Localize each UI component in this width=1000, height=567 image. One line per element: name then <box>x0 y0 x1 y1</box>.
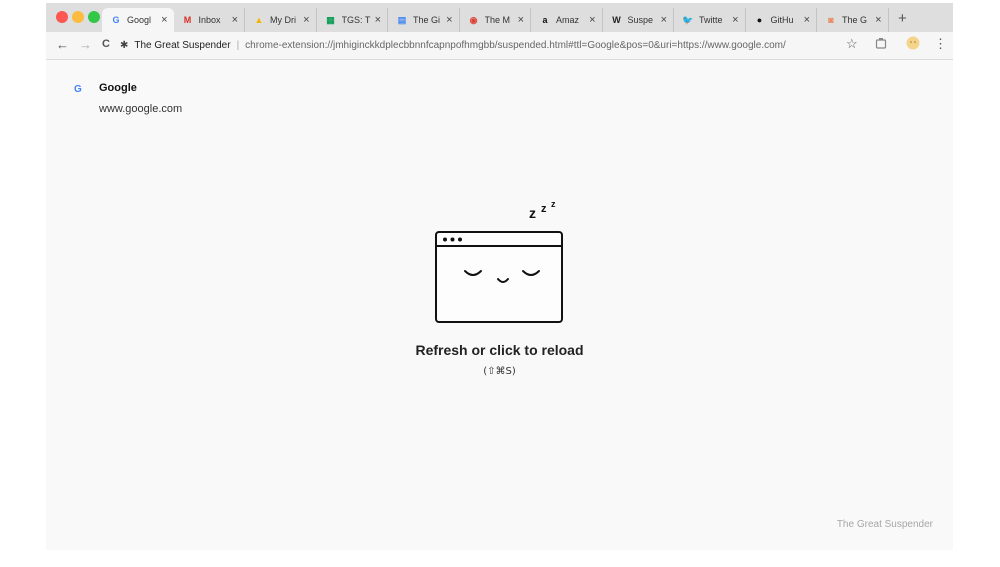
extension-icon: ✱ <box>120 39 129 51</box>
tab-title: Inbox <box>198 15 221 25</box>
suspender-icon: ◙ <box>828 14 834 25</box>
tab-close-icon[interactable]: × <box>518 14 524 26</box>
docs-icon: ▤ <box>397 14 407 25</box>
window-dot-2 <box>450 237 455 242</box>
tab-close-icon[interactable]: × <box>161 14 167 26</box>
suspended-page[interactable]: G Google www.google.com z z z Refresh or… <box>46 60 953 550</box>
address-url: chrome-extension://jmhiginckkdplecbbnnfc… <box>245 39 786 51</box>
twitter-icon: 🐦 <box>682 14 694 25</box>
tab-9[interactable]: 🐦 Twitte × <box>674 8 746 32</box>
github-icon: ● <box>756 14 763 25</box>
address-bar[interactable]: ✱ The Great Suspender | chrome-extension… <box>120 35 840 55</box>
tab-3[interactable]: ▲ My Dri × <box>245 8 317 32</box>
tab-close-icon[interactable]: × <box>303 14 309 26</box>
profile-avatar-icon[interactable] <box>906 36 920 53</box>
tab-close-icon[interactable]: × <box>661 14 667 26</box>
bookmark-star-icon[interactable]: ☆ <box>846 36 858 52</box>
tab-title: The G <box>842 15 868 25</box>
chrome-menu-icon[interactable]: ⋮ <box>934 36 947 52</box>
tab-close-icon[interactable]: × <box>232 14 238 26</box>
tab-title: Amaz <box>556 15 580 25</box>
tab-2[interactable]: M Inbox × <box>174 8 245 32</box>
chrome-icon: ◉ <box>469 14 478 25</box>
browser-toolbar: ← → C ✱ The Great Suspender | chrome-ext… <box>46 32 953 60</box>
tab-title: My Dri <box>270 15 296 25</box>
amazon-icon: a <box>542 14 548 25</box>
wikipedia-icon: W <box>612 14 621 25</box>
tab-4[interactable]: ▦ TGS: T × <box>317 8 388 32</box>
tab-10[interactable]: ● GitHu × <box>746 8 817 32</box>
sleeping-window-illustration: z z z <box>435 199 563 323</box>
address-separator: | <box>236 39 240 51</box>
reload-button[interactable]: C <box>102 38 110 50</box>
back-button[interactable]: ← <box>56 37 69 52</box>
minimize-window-button[interactable] <box>72 11 84 23</box>
window-dot-3 <box>458 237 462 242</box>
tab-5[interactable]: ▤ The Gi × <box>388 8 460 32</box>
drive-icon: ▲ <box>254 14 264 25</box>
new-tab-button[interactable]: + <box>898 10 907 27</box>
tab-1[interactable]: G Googl × <box>102 8 174 32</box>
gmail-icon: M <box>183 14 192 25</box>
tab-close-icon[interactable]: × <box>446 14 452 26</box>
tab-close-icon[interactable]: × <box>375 14 381 26</box>
browser-window: G Googl × M Inbox × ▲ My Dri × ▦ TGS: T × ▤ The Gi × ◉ T… <box>46 3 953 550</box>
window-dot-1 <box>443 237 447 242</box>
site-identity: The Great Suspender <box>134 39 231 51</box>
forward-button[interactable]: → <box>79 37 92 52</box>
tab-strip: G Googl × M Inbox × ▲ My Dri × ▦ TGS: T × ▤ The Gi × ◉ T… <box>46 3 953 32</box>
tab-11[interactable]: ◙ The G × <box>817 8 889 32</box>
tab-close-icon[interactable]: × <box>732 14 738 26</box>
zoom-window-button[interactable] <box>88 11 100 23</box>
suspended-site-title[interactable]: Google <box>99 82 137 94</box>
tab-8[interactable]: W Suspe × <box>603 8 674 32</box>
suspended-site-url[interactable]: www.google.com <box>99 103 182 115</box>
tab-title: Googl <box>127 15 152 25</box>
tab-title: The M <box>484 15 511 25</box>
tab-title: Twitte <box>699 15 723 25</box>
tab-title: Suspe <box>627 15 654 25</box>
reload-message[interactable]: Refresh or click to reload <box>46 342 953 358</box>
close-window-button[interactable] <box>56 11 68 23</box>
tab-title: GitHu <box>770 15 794 25</box>
tab-close-icon[interactable]: × <box>589 14 595 26</box>
tab-title: The Gi <box>413 15 441 25</box>
reload-shortcut-hint: (⇧⌘S) <box>483 366 516 377</box>
zzz-letter-2: z <box>541 203 547 215</box>
tab-6[interactable]: ◉ The M × <box>460 8 531 32</box>
tab-7[interactable]: a Amaz × <box>531 8 603 32</box>
zzz-letter-3: z <box>551 199 556 209</box>
footer-brand-link[interactable]: The Great Suspender <box>837 519 933 530</box>
google-icon: G <box>112 14 120 25</box>
sheets-icon: ▦ <box>326 14 335 25</box>
tab-close-icon[interactable]: × <box>804 14 810 26</box>
tab-close-icon[interactable]: × <box>875 14 881 26</box>
tab-title: TGS: T <box>341 15 371 25</box>
zzz-letter-1: z <box>529 205 536 221</box>
google-favicon-icon: G <box>74 84 82 95</box>
extension-button-icon[interactable] <box>875 37 887 52</box>
